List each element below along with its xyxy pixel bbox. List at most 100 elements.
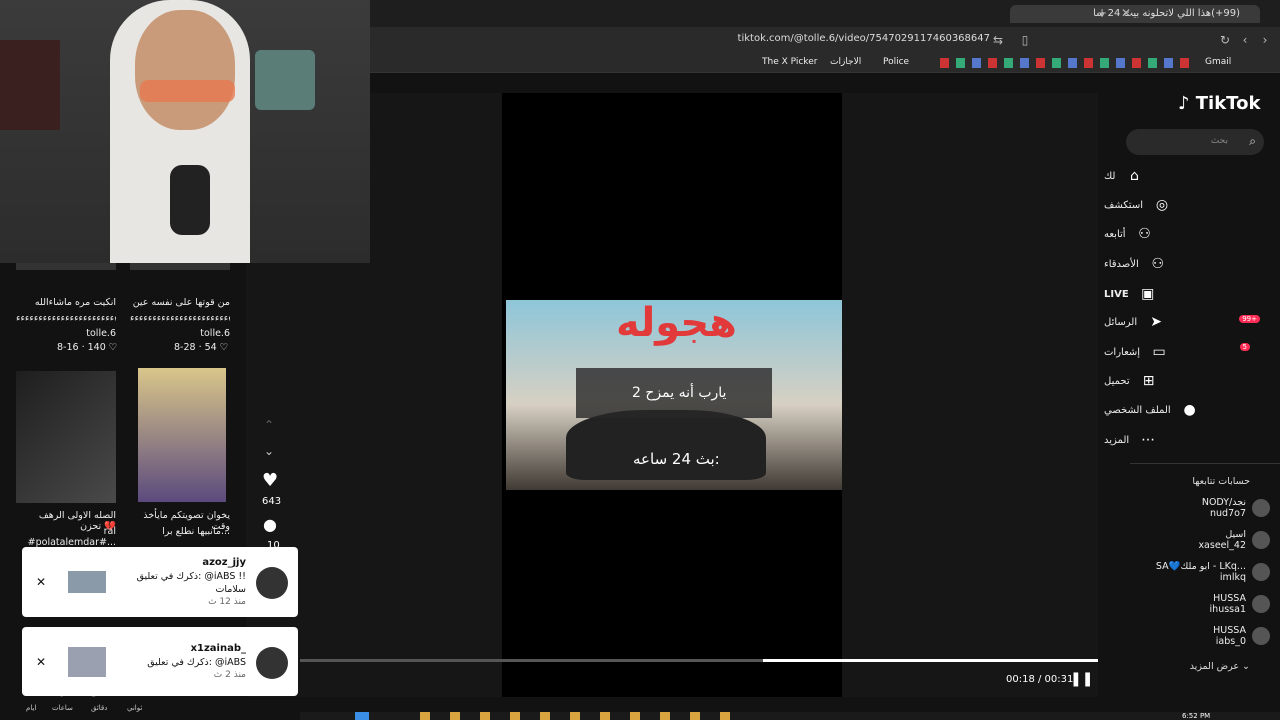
nav-explore[interactable]: ◎ استكشف [1104,192,1254,218]
video-progress-track[interactable] [300,659,1098,662]
close-notification-icon[interactable]: ✕ [36,655,46,669]
clock: 6:52 PM [1182,712,1211,720]
search-bar[interactable]: بحث ⌕ [1126,129,1264,155]
avatar [256,567,288,599]
taskbar-app-icons[interactable] [420,712,740,720]
neon-sign [0,40,60,130]
nav-live[interactable]: ▣ LIVE [1104,281,1254,307]
search-placeholder: بحث [1210,136,1228,146]
messages-badge: 99+ [1239,315,1260,323]
stat-seconds: 2 [129,680,141,701]
notification-card[interactable]: ✕ azoz_jjy ذكرك في تعليق: @iABS !! سلاما… [22,547,298,617]
close-tab-icon[interactable]: ✕ [1118,5,1134,21]
compass-icon: ◎ [1155,197,1169,213]
stat-days: 2 [24,680,36,701]
new-tab-icon[interactable]: + [1094,5,1110,21]
grid-thumb[interactable] [16,263,116,270]
grid-caption-2: ءءءءءءءءءءءءءءءءءءءءءءءءء... [16,313,116,324]
nav-profile[interactable]: ● الملف الشخصي [1104,397,1254,423]
stat-hours-label: ساعات [52,704,73,712]
close-notification-icon[interactable]: ✕ [36,575,46,589]
grid-caption-2: مانبيها نطلع برا... [162,526,230,537]
grid-likes: 8-28 · 54 ♡ [174,342,229,353]
nav-messages[interactable]: ➤ الرسائل [1104,309,1254,335]
notification-thumb [68,647,106,677]
car-shape [566,410,766,480]
following-item[interactable]: اسيل xaseel_42 [1120,526,1270,554]
video-banner-text: هجوله [616,300,737,346]
tab-title: (99+)هذا اللي لاتحلونه بيث 24 سا [1093,8,1240,19]
notification-user: x1zainab_ [190,643,246,654]
overlay-text-bottom: بث 24 ساعه: [633,450,720,468]
bookmark-police[interactable]: Police [883,57,909,67]
grid-caption[interactable]: من قوتها على نفسه عين [130,297,230,308]
notification-text: ذكرك في تعليق: @iABS [147,657,246,668]
reload-icon[interactable]: ↻ [1217,32,1233,48]
show-more-link[interactable]: عرض المزيد ⌄ [1190,661,1250,672]
grid-thumb[interactable] [138,368,226,502]
grid-author[interactable]: tolle.6 [130,328,230,339]
glasses [140,80,235,102]
live-icon: ▣ [1141,286,1155,302]
grid-thumb[interactable] [16,371,116,503]
notification-user: azoz_jjy [202,557,246,568]
bookmark-leaves[interactable]: الاجازات [830,57,861,67]
bookmark-icons-strip[interactable] [940,58,1195,68]
webcam-overlay [0,0,370,263]
grid-thumb[interactable] [130,263,230,270]
browser-tab[interactable]: (99+)هذا اللي لاتحلونه بيث 24 سا [1010,5,1260,23]
bookmark-gmail[interactable]: Gmail [1205,57,1231,67]
back-icon[interactable]: ‹ [1237,32,1253,48]
following-title: حسابات تتابعها [1192,476,1250,487]
search-icon[interactable]: ⌕ [1249,134,1256,149]
following-item[interactable]: NODY/نجد nud7o7 [1120,494,1270,522]
profile-icon: ● [1183,402,1196,418]
grid-caption-2: ءءءءءءءءءءءءءءءءءءءءءءءءءء... [130,313,230,324]
divider [1130,463,1280,464]
scroll-down-icon[interactable]: ⌄ [264,444,274,458]
grid-caption-2: ral #polatalemdar#... [27,526,116,548]
grid-caption[interactable]: انكيت مره ماشاءالله [16,297,116,308]
overlay-text-top: يارب أنه يمزح 2 [632,385,727,401]
following-item[interactable]: HUSSA ihussa1 [1120,590,1270,618]
more-icon: ⋯ [1141,432,1156,448]
avatar [1252,531,1270,549]
grid-author[interactable]: tolle.6 [16,328,116,339]
notification-time: منذ 2 ث [213,670,246,680]
video-time: 00:18 / 00:31 [1006,674,1074,685]
nav-for-you[interactable]: ⌂ لك [1104,163,1254,189]
video-blur-right [842,93,1098,697]
forward-icon[interactable]: › [1257,32,1273,48]
upload-icon: ⊞ [1142,373,1155,389]
stat-days-label: ايام [26,704,37,712]
friends-icon: ⚇ [1151,256,1165,272]
shelf-decor [255,50,315,110]
taskbar: 6:52 PM [300,712,1280,720]
following-item[interactable]: HUSSA iabs_0 [1120,622,1270,650]
nav-following[interactable]: ⚇ أتابعه [1104,221,1254,247]
comment-icon[interactable]: ● [263,515,277,534]
avatar [1252,595,1270,613]
nav-upload[interactable]: ⊞ تحميل [1104,368,1254,394]
stat-hours: 0 [56,680,68,701]
tiktok-logo[interactable]: ♪ TikTok [1178,93,1260,114]
like-count: 643 [262,496,282,507]
stat-minutes: 51 [89,680,112,701]
like-icon[interactable]: ♥ [262,470,278,491]
avatar [1252,499,1270,517]
site-settings-icon[interactable]: ⇆ [990,32,1006,48]
url-field[interactable]: tiktok.com/@tolle.6/video/75470291174603… [700,33,990,44]
nav-inbox[interactable]: ▭ إشعارات [1104,339,1254,365]
pause-icon[interactable]: ❚❚ [1070,671,1093,687]
bookmark-x-picker[interactable]: The X Picker [762,57,817,67]
avatar [1252,563,1270,581]
home-icon: ⌂ [1130,168,1139,184]
windows-start-icon[interactable] [355,712,369,720]
following-item[interactable]: SA💙ابو ملك - LKq... imlkq [1120,558,1270,586]
notification-time: منذ 12 ث [208,597,246,607]
nav-more[interactable]: ⋯ المزيد [1104,427,1254,453]
scroll-up-icon[interactable]: ⌃ [264,418,274,432]
nav-friends[interactable]: ⚇ الأصدقاء [1104,251,1254,277]
bookmark-icon[interactable]: ▯ [1017,32,1033,48]
streamer-face [135,10,235,130]
